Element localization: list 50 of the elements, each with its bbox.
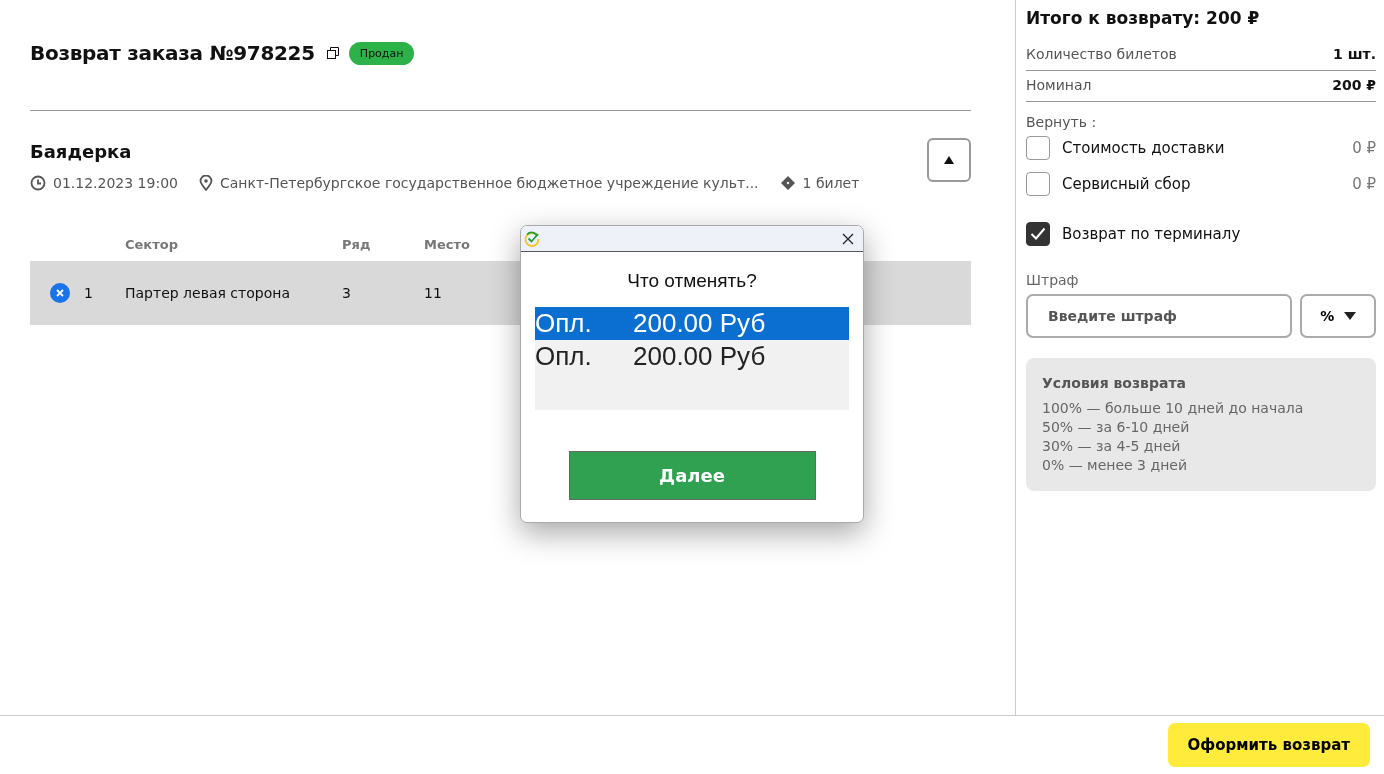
condition-line: 50% — за 6-10 дней [1042, 418, 1191, 437]
summary-value: 200 ₽ [1332, 77, 1376, 93]
refund-total: Итого к возврату: 200 ₽ [1026, 8, 1261, 28]
checkbox[interactable] [1026, 172, 1050, 196]
collapse-button[interactable] [927, 138, 971, 182]
column-header: Сектор [125, 236, 179, 252]
caret-down-icon [1344, 312, 1356, 320]
check-icon [1030, 227, 1046, 241]
option-amount: 0 ₽ [1352, 175, 1376, 193]
triangle-up-icon [943, 155, 955, 165]
table-cell-text: Партер левая сторона [125, 285, 291, 301]
status-badge: Продан [348, 41, 415, 65]
event-venue: Санкт-Петербургское государственное бюджетное учреждение культ... [219, 175, 759, 191]
order-title: Возврат заказа №978225 [30, 41, 315, 65]
check-circle-icon [524, 230, 540, 247]
list-item[interactable]: Опл. 200.00 Руб [535, 340, 849, 373]
unit-dropdown[interactable]: % [1300, 294, 1376, 338]
list-item[interactable]: Опл. 200.00 Руб [535, 307, 849, 340]
column-header: Место [424, 236, 471, 252]
event-title: Баядерка [30, 141, 133, 162]
checkbox-label: Сервисный сбор [1062, 175, 1192, 193]
close-icon[interactable] [842, 232, 854, 245]
copy-icon[interactable] [326, 47, 339, 59]
conditions-title: Условия возврата [1042, 374, 1187, 393]
remove-icon[interactable] [50, 283, 70, 303]
clock-icon [30, 175, 46, 191]
ticket-icon [779, 175, 796, 191]
option-amount: 0 ₽ [1352, 139, 1376, 157]
event-date: 01.12.2023 19:00 [53, 175, 178, 191]
condition-line: 30% — за 4-5 дней [1042, 437, 1182, 456]
summary-label: Количество билетов [1026, 46, 1177, 62]
ticket-count: 1 билет [802, 175, 860, 191]
summary-value: 1 шт. [1333, 46, 1376, 62]
condition-line: 0% — менее 3 дней [1042, 456, 1189, 475]
checkbox[interactable] [1026, 136, 1050, 160]
fine-input[interactable]: Введите штраф [1026, 294, 1293, 338]
checkbox[interactable] [1026, 222, 1050, 246]
summary-label: Номинал [1026, 77, 1092, 93]
field-label: Штраф [1026, 272, 1080, 288]
column-header: Ряд [342, 236, 372, 252]
location-pin-icon [198, 175, 213, 191]
row-number: 1 [84, 285, 93, 301]
submit-button[interactable]: Оформить возврат [1167, 723, 1370, 767]
section-label: Вернуть : [1026, 114, 1098, 130]
checkbox-label: Стоимость доставки [1062, 139, 1226, 157]
checkbox-label: Возврат по терминалу [1062, 225, 1242, 243]
table-cell-text: 3 [342, 285, 352, 301]
dialog-question: Что отменять? [626, 270, 758, 292]
table-cell-text: 11 [424, 285, 443, 301]
condition-line: 100% — больше 10 дней до начала [1042, 399, 1305, 418]
